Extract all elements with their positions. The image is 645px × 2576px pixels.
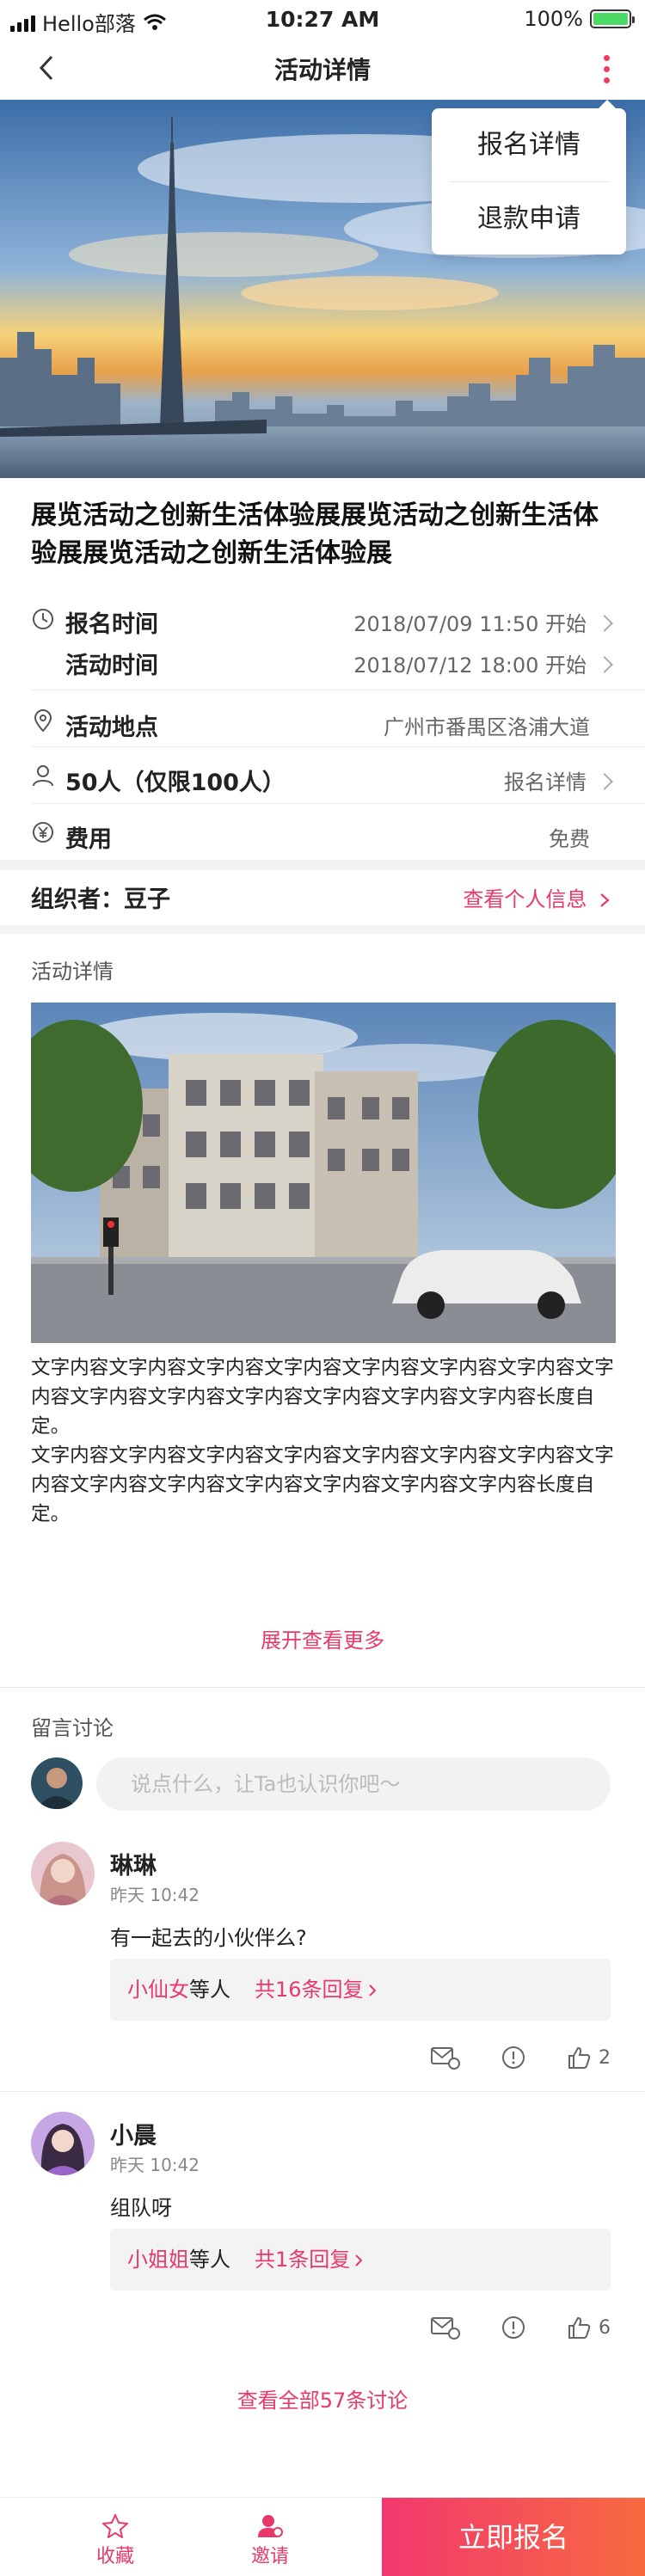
expand-more-link[interactable]: 展开查看更多	[0, 1623, 645, 1653]
invite-label: 邀请	[250, 2546, 289, 2567]
comment-input[interactable]: 说点什么，让Ta也认识你吧～	[96, 1757, 611, 1811]
reply-button[interactable]	[430, 2315, 461, 2340]
event-time-row[interactable]: 活动时间 2018/07/12 18:00 开始	[0, 643, 645, 679]
report-button[interactable]	[501, 2315, 526, 2340]
thumbs-up-icon	[568, 2046, 591, 2069]
yen-icon	[33, 822, 53, 843]
street-photo	[31, 1003, 616, 1343]
event-time-label: 活动时间	[65, 653, 158, 679]
comment-time: 昨天 10:42	[110, 2155, 200, 2175]
like-button[interactable]: 6	[566, 2315, 611, 2340]
details-paragraph: 文字内容文字内容文字内容文字内容文字内容文字内容文字内容文字内容文字内容文字内容…	[31, 1357, 614, 1438]
report-button[interactable]	[501, 2045, 526, 2070]
menu-item-refund[interactable]: 退款申请	[449, 181, 609, 255]
reply-mid: 等人	[189, 2248, 230, 2272]
details-text: 文字内容文字内容文字内容文字内容文字内容文字内容文字内容文字内容文字内容文字内容…	[31, 1353, 616, 1529]
location-row: 活动地点 广州市番禺区洛浦大道	[0, 700, 645, 743]
section-divider	[0, 925, 645, 934]
signup-time-label: 报名时间	[65, 611, 158, 638]
location-value: 广州市番禺区洛浦大道	[384, 715, 590, 739]
my-avatar	[31, 1757, 83, 1809]
comment-text: 组队呀	[110, 2196, 172, 2220]
location-pin-icon	[34, 709, 52, 733]
location-label: 活动地点	[65, 715, 158, 741]
battery-icon	[590, 9, 635, 28]
fee-value: 免费	[549, 827, 590, 851]
reply-user[interactable]: 小姐姐	[127, 2248, 189, 2272]
signup-time-value: 2018/07/09 11:50 开始	[353, 612, 587, 636]
person-icon	[33, 765, 53, 787]
like-button[interactable]: 2	[566, 2045, 611, 2070]
avatar[interactable]	[31, 1842, 95, 1905]
favorite-button[interactable]: 收藏	[64, 2498, 167, 2576]
reply-count[interactable]: 共1条回复	[255, 2248, 350, 2272]
battery-percent: 100%	[524, 7, 583, 31]
reply-user[interactable]: 小仙女	[127, 1978, 189, 2002]
reply-count[interactable]: 共16条回复	[255, 1978, 364, 2002]
bottom-bar: 收藏 邀请 立即报名	[0, 2497, 645, 2576]
people-row[interactable]: 50人（仅限100人） 报名详情	[0, 755, 645, 798]
status-right: 100%	[524, 7, 635, 31]
clock-icon	[33, 609, 53, 629]
people-label: 50人（仅限100人）	[65, 770, 286, 796]
like-count: 2	[599, 2046, 611, 2069]
chevron-right-icon	[596, 773, 613, 790]
chevron-right-icon	[355, 2254, 363, 2266]
reply-button[interactable]	[430, 2045, 461, 2070]
invite-person-icon	[258, 2515, 283, 2537]
mail-reply-icon	[431, 2047, 460, 2070]
people-link[interactable]: 报名详情	[504, 765, 587, 795]
chevron-right-icon	[600, 893, 610, 907]
details-paragraph: 文字内容文字内容文字内容文字内容文字内容文字内容文字内容文字内容文字内容文字内容…	[31, 1444, 614, 1525]
comment-text: 有一起去的小伙伴么?	[110, 1926, 307, 1950]
comment-actions: 2	[430, 2045, 611, 2070]
comment-author[interactable]: 小晨	[110, 2117, 157, 2150]
signup-button[interactable]: 立即报名	[382, 2498, 645, 2576]
alert-icon	[502, 2316, 525, 2339]
reply-summary[interactable]: 小仙女等人 共16条回复	[110, 1959, 611, 2021]
comment-time: 昨天 10:42	[110, 1885, 200, 1905]
divider	[31, 746, 645, 747]
event-time-value: 2018/07/12 18:00 开始	[353, 653, 587, 678]
chevron-right-icon	[368, 1984, 376, 1996]
more-menu-icon[interactable]	[593, 46, 619, 91]
organizer-profile-link[interactable]: 查看个人信息	[463, 882, 611, 912]
reply-summary[interactable]: 小姐姐等人 共1条回复	[110, 2229, 611, 2291]
comment-actions: 6	[430, 2315, 611, 2340]
more-dropdown-menu: 报名详情 退款申请	[432, 100, 626, 255]
section-divider	[0, 860, 645, 870]
divider	[31, 803, 645, 804]
avatar[interactable]	[31, 2112, 95, 2175]
like-count: 6	[599, 2316, 611, 2339]
star-icon	[102, 2514, 128, 2538]
menu-item-signup-details[interactable]: 报名详情	[432, 108, 626, 181]
invite-button[interactable]: 邀请	[218, 2498, 322, 2576]
event-title: 展览活动之创新生活体验展展览活动之创新生活体验展展览活动之创新生活体验展	[31, 500, 599, 568]
details-heading: 活动详情	[31, 960, 114, 984]
divider	[0, 2091, 645, 2092]
comment-author[interactable]: 琳琳	[110, 1847, 157, 1880]
alert-icon	[502, 2046, 525, 2069]
thumbs-up-icon	[568, 2316, 591, 2339]
status-bar: Hello部落 10:27 AM 100%	[0, 0, 645, 38]
view-all-comments-link[interactable]: 查看全部57条讨论	[0, 2383, 645, 2413]
signup-time-row[interactable]: 报名时间 2018/07/09 11:50 开始	[0, 602, 645, 638]
divider	[0, 1687, 645, 1688]
page-title: 活动详情	[273, 56, 371, 84]
comments-heading: 留言讨论	[31, 1716, 114, 1740]
nav-bar: 活动详情	[0, 38, 645, 100]
fee-row: 费用 免费	[0, 812, 645, 855]
mail-reply-icon	[431, 2317, 460, 2340]
organizer-label: 组织者：豆子	[31, 886, 170, 913]
chevron-right-icon	[596, 615, 613, 632]
chevron-right-icon	[596, 656, 613, 673]
fee-label: 费用	[65, 826, 112, 853]
organizer-profile-link-text: 查看个人信息	[463, 887, 587, 911]
favorite-label: 收藏	[95, 2546, 134, 2567]
reply-mid: 等人	[189, 1978, 230, 2002]
